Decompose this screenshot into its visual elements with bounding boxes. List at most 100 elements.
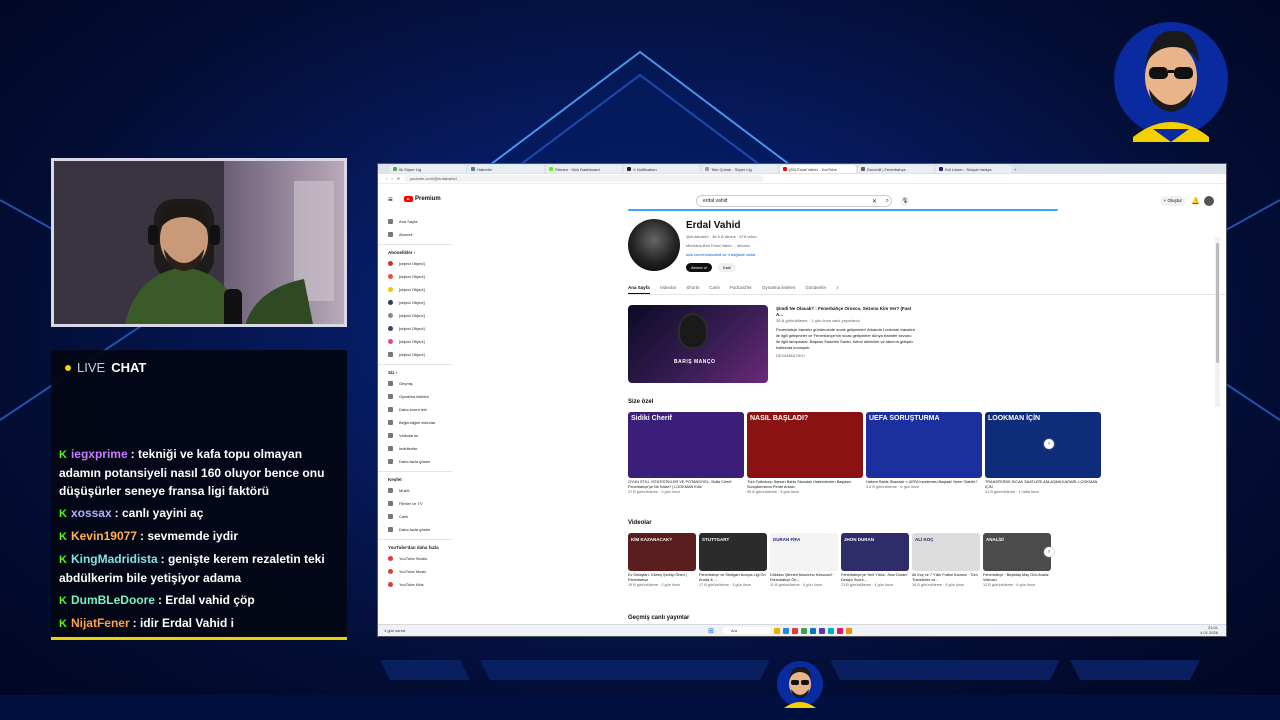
browser-tab[interactable]: İlk Süper Lig	[390, 165, 466, 173]
channel-avatar[interactable]	[628, 219, 680, 271]
taskbar-search[interactable]: Ara	[723, 627, 771, 634]
forward-icon[interactable]: ›	[391, 176, 392, 181]
app-icon[interactable]	[792, 627, 798, 634]
sidebar-item[interactable]: [object Object]	[388, 322, 453, 335]
sidebar-item[interactable]: Beğendiğim videolar	[388, 416, 453, 429]
video-card[interactable]: NASIL BAŞLADI? Türk Futbolunu Sarsan Bahi…	[747, 412, 863, 495]
video-card[interactable]: ANALİZİ Fenerbahçe · Beşiktaş Maç Önü Ana…	[983, 533, 1051, 588]
video-title[interactable]: TRANSFERDE SICAK SAATLER! ANLAŞMA KARARI…	[985, 480, 1101, 490]
chat-username[interactable]: NijatFener	[71, 616, 130, 630]
browser-tab[interactable]: Tele Çubuk · Süper Lig	[702, 165, 778, 173]
sidebar-section-header[interactable]: YouTube'dan daha fazla	[388, 542, 453, 552]
browser-tab[interactable]: (83) Erdal Vahid - YouTube	[780, 165, 856, 173]
sidebar-section-header[interactable]: Siz ›	[388, 367, 453, 377]
sidebar-item[interactable]: Canlı	[388, 510, 453, 523]
search-input[interactable]: erdal vahid ✕ ⌕	[696, 195, 892, 207]
sidebar-item[interactable]: Daha sonra izle	[388, 403, 453, 416]
browser-tab[interactable]: Edl Unuer - Sosyal medya	[936, 165, 1012, 173]
sidebar-section-header[interactable]: Keşfet	[388, 474, 453, 484]
video-title[interactable]: Ali Koç ve 7 Yıllık Futbol Karnesi · Tüm…	[912, 573, 980, 583]
sidebar-item[interactable]: [object Object]	[388, 283, 453, 296]
youtube-logo[interactable]: Premium	[404, 196, 441, 202]
file-explorer-icon[interactable]	[774, 627, 780, 634]
video-thumbnail[interactable]: KİM KAZANACAK?	[628, 533, 696, 571]
channel-tab[interactable]: Videolar	[660, 283, 676, 294]
row-next-arrow-icon[interactable]: ›	[1044, 547, 1054, 557]
video-title[interactable]: Ev Detayları: Güneş Şerkiyi Öneri | Fene…	[628, 573, 696, 583]
browser-tab[interactable]: X Notification	[624, 165, 700, 173]
sidebar-item[interactable]: [object Object]	[388, 348, 453, 361]
video-card[interactable]: KİM KAZANACAK? Ev Detayları: Güneş Şerkiy…	[628, 533, 696, 588]
featured-video-thumbnail[interactable]: BARIŞ MANÇO	[628, 305, 768, 383]
app-icon[interactable]	[828, 627, 834, 634]
video-thumbnail[interactable]: UEFA SORUŞTURMA	[866, 412, 982, 478]
app-icon[interactable]	[810, 627, 816, 634]
sidebar-item[interactable]: [object Object]	[388, 335, 453, 348]
join-button[interactable]: Katıl	[718, 263, 737, 272]
chat-username[interactable]: xossax	[71, 506, 112, 520]
video-thumbnail[interactable]: ALİ KOÇ	[912, 533, 980, 571]
sidebar-item[interactable]: İndirilenler	[388, 442, 453, 455]
featured-video-title[interactable]: Şimdi Ne Olacak? : Fenerbahçe Orosco, Se…	[776, 306, 916, 318]
sidebar-section-header[interactable]: Abonelikler ›	[388, 247, 453, 257]
page-scrollbar[interactable]	[1215, 237, 1220, 407]
sidebar-item[interactable]: Videolarım	[388, 429, 453, 442]
browser-tab[interactable]: Stream · Kick Dashboard	[546, 165, 622, 173]
video-title[interactable]: Dükkânı Şifreleri Mourinho Kılavuzu!! · …	[770, 573, 838, 583]
channel-tab[interactable]: Shorts	[686, 283, 699, 294]
clear-icon[interactable]: ✕	[872, 198, 877, 205]
video-thumbnail[interactable]: DURAN FİFA	[770, 533, 838, 571]
sidebar-item[interactable]: [object Object]	[388, 270, 453, 283]
windows-start-icon[interactable]: ⊞	[708, 627, 714, 635]
reload-icon[interactable]: ⟳	[397, 176, 400, 181]
sidebar-item[interactable]: [object Object]	[388, 257, 453, 270]
app-icon[interactable]	[819, 627, 825, 634]
chat-username[interactable]: DumBLeDoore	[71, 593, 155, 607]
sidebar-item[interactable]: YouTube Music	[388, 565, 453, 578]
sidebar-item[interactable]: [object Object]	[388, 296, 453, 309]
channel-tab[interactable]: Ana Sayfa	[628, 283, 650, 294]
video-title[interactable]: Fenerbahçe'ye Yeni Yıldız: Jhon Duran! D…	[841, 573, 909, 583]
video-card[interactable]: STUTTGART Fenerbahçe ve Stuttgart Avrupa …	[699, 533, 767, 588]
chat-username[interactable]: iegxprime	[71, 447, 128, 461]
sidebar-item[interactable]: Müzik	[388, 484, 453, 497]
sidebar-item[interactable]: Ana Sayfa	[388, 215, 453, 228]
search-icon[interactable]: ⌕	[886, 198, 889, 205]
account-avatar[interactable]	[1204, 196, 1214, 206]
edge-icon[interactable]	[783, 627, 789, 634]
new-tab-icon[interactable]: +	[1014, 167, 1016, 172]
video-title[interactable]: OYUN STİLİ, İSTATİSTİKLER VE POTANSİYEL:…	[628, 480, 744, 490]
notification-bell-icon[interactable]: 🔔	[1191, 197, 1200, 205]
video-title[interactable]: Fenerbahçe ve Stuttgart Avrupa Ligi Ön A…	[699, 573, 767, 583]
channel-tab[interactable]: Canlı	[709, 283, 720, 294]
chrome-icon[interactable]	[846, 627, 852, 634]
browser-tab[interactable]: Haberler	[468, 165, 544, 173]
chat-username[interactable]: KingMadridista	[71, 552, 158, 566]
video-card[interactable]: Sidiki Cherif OYUN STİLİ, İSTATİSTİKLER V…	[628, 412, 744, 495]
menu-icon[interactable]: ≡	[388, 195, 393, 204]
row-next-arrow-icon[interactable]: ›	[1044, 439, 1054, 449]
channel-search-icon[interactable]: ⌕	[836, 283, 839, 294]
video-card[interactable]: DURAN FİFA Dükkânı Şifreleri Mourinho Kıl…	[770, 533, 838, 588]
app-icon[interactable]	[837, 627, 843, 634]
channel-tab[interactable]: Podcast'ler	[730, 283, 752, 294]
video-card[interactable]: JHON DURAN Fenerbahçe'ye Yeni Yıldız: Jho…	[841, 533, 909, 588]
subscribe-button[interactable]: Abone ol	[686, 263, 712, 272]
channel-tab[interactable]: Gönderiler	[805, 283, 826, 294]
video-card[interactable]: ALİ KOÇ Ali Koç ve 7 Yıllık Futbol Karnes…	[912, 533, 980, 588]
create-button[interactable]: + Oluştur	[1159, 196, 1186, 206]
video-thumbnail[interactable]: NASIL BAŞLADI?	[747, 412, 863, 478]
sidebar-item[interactable]: Geçmiş	[388, 377, 453, 390]
channel-tab[interactable]: Oynatma listeleri	[762, 283, 796, 294]
video-thumbnail[interactable]: ANALİZİ	[983, 533, 1051, 571]
sidebar-item[interactable]: Daha fazla göster	[388, 523, 453, 536]
video-thumbnail[interactable]: LOOKMAN İÇİN	[985, 412, 1101, 478]
channel-description[interactable]: Merhaba Ben Erdal Vahid ... devamı	[686, 243, 750, 248]
sidebar-item[interactable]: Daha fazla göster	[388, 455, 453, 468]
back-icon[interactable]: ‹	[386, 176, 387, 181]
video-thumbnail[interactable]: JHON DURAN	[841, 533, 909, 571]
sidebar-item[interactable]: [object Object]	[388, 309, 453, 322]
sidebar-item[interactable]: YouTube Studio	[388, 552, 453, 565]
mic-icon[interactable]: 🎙	[900, 196, 910, 206]
video-title[interactable]: Türk Futbolunu Sarsan Bahis Skandalı Hak…	[747, 480, 863, 490]
